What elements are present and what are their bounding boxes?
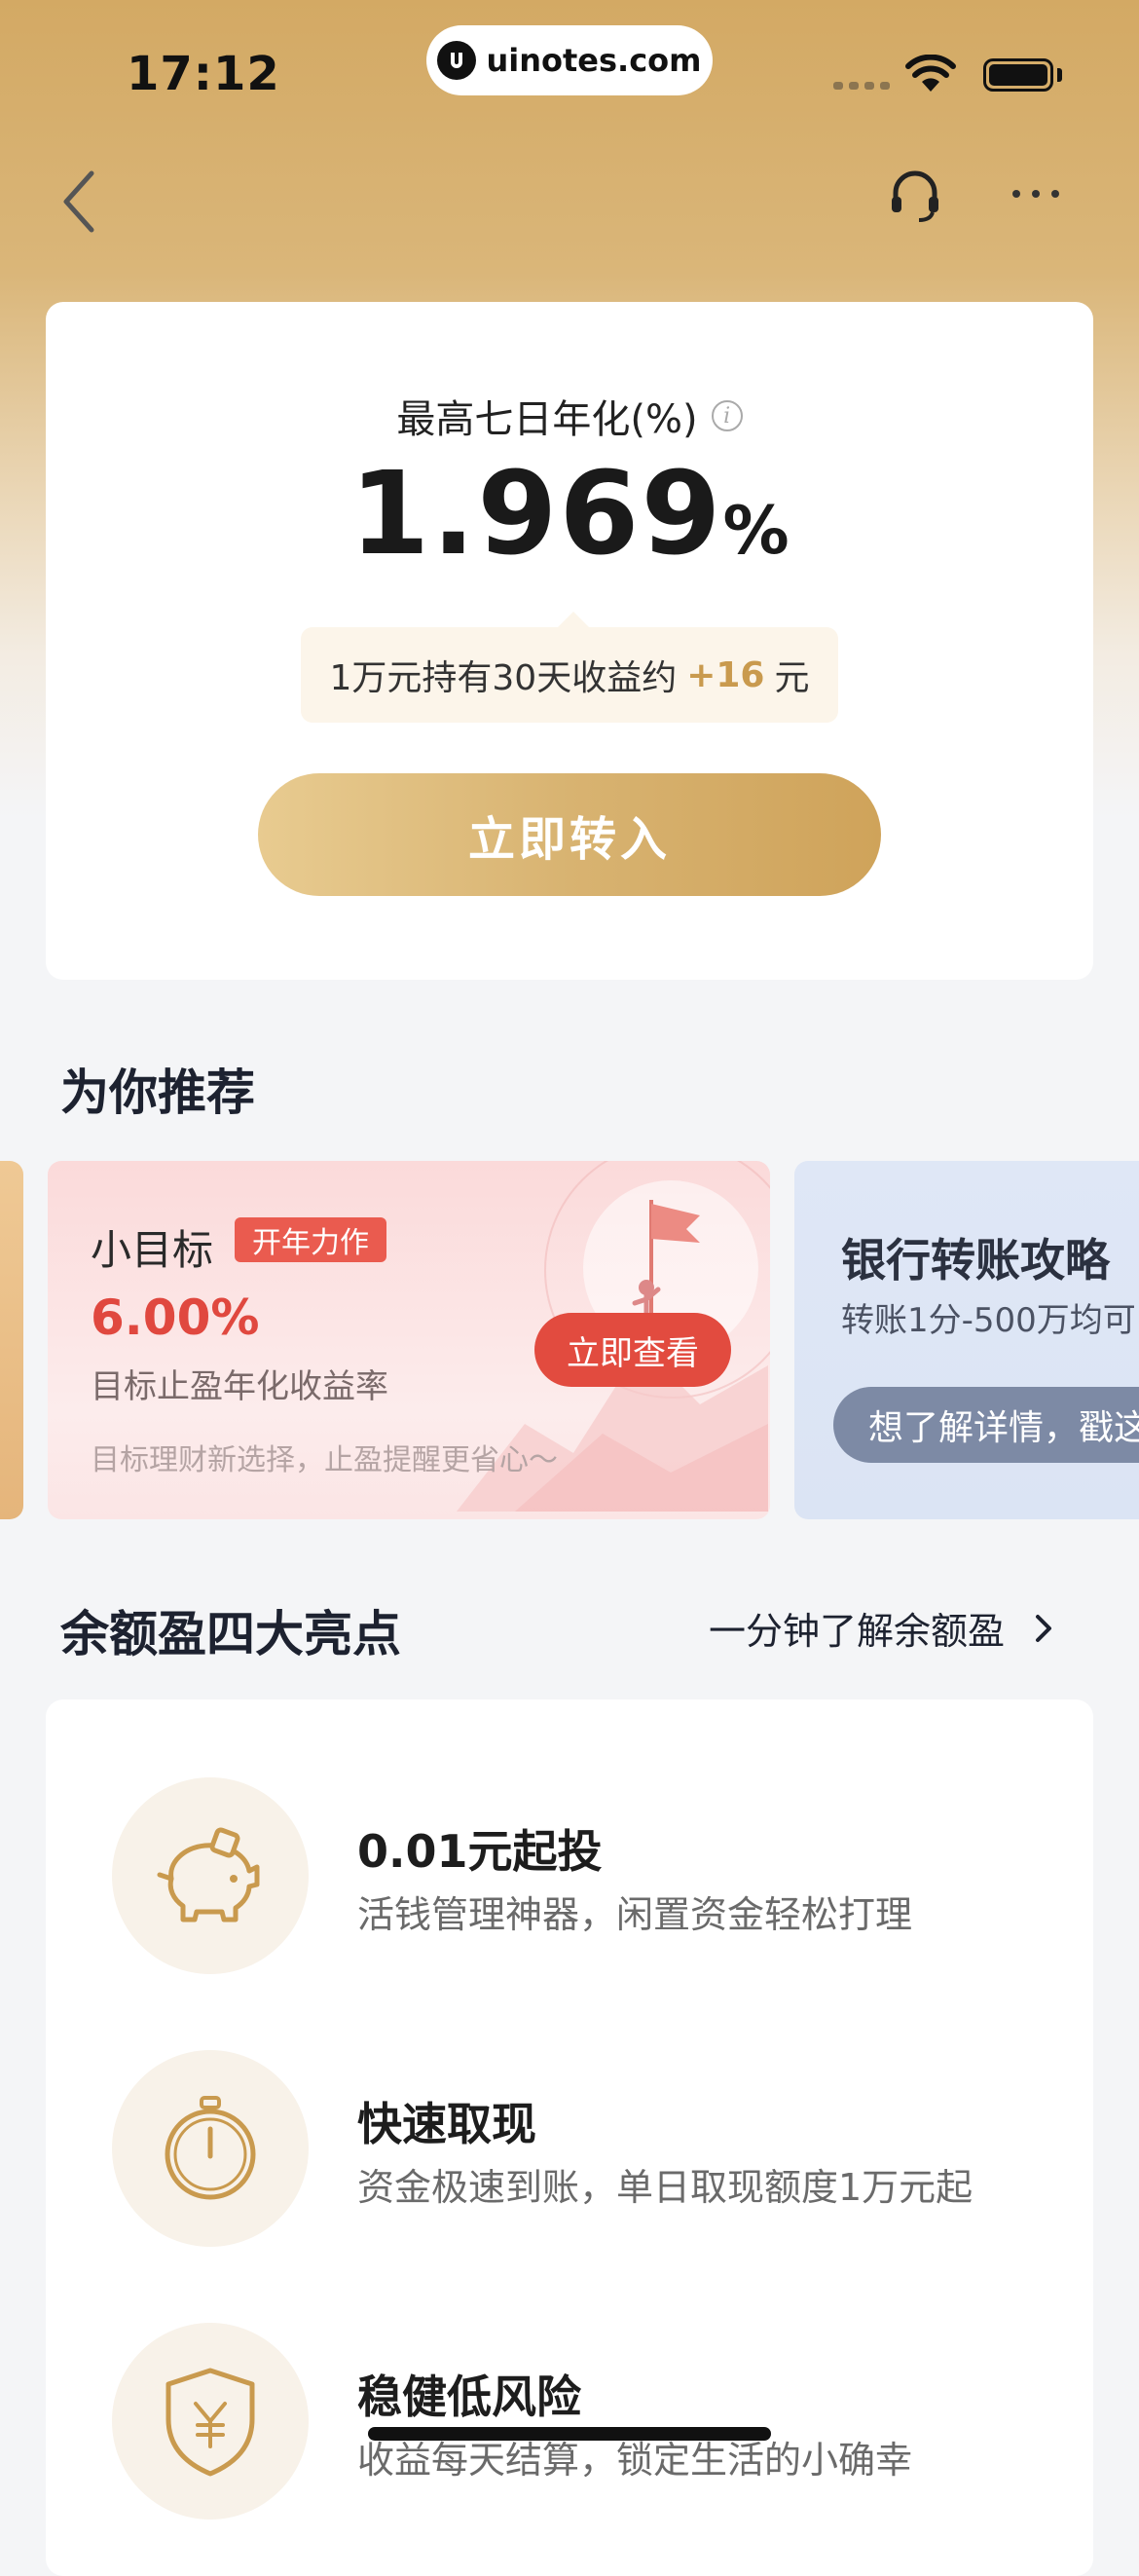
highlights-title: 余额盈四大亮点 xyxy=(60,1606,401,1662)
battery-tip xyxy=(1057,68,1062,82)
shield-yuan-icon xyxy=(112,2323,309,2520)
target-card-tag: 开年力作 xyxy=(235,1217,386,1262)
rate-value-row: 1.969 % xyxy=(46,446,1093,580)
url-text: uinotes.com xyxy=(486,42,702,79)
view-now-button[interactable]: 立即查看 xyxy=(534,1313,731,1387)
rate-label-row: 最高七日年化(%) i xyxy=(46,388,1093,444)
highlights-card: 0.01元起投 活钱管理神器，闲置资金轻松打理 快速取现 资金极速到账，单日取现… xyxy=(46,1699,1093,2576)
more-icon[interactable] xyxy=(1012,179,1071,208)
status-time: 17:12 xyxy=(127,47,280,101)
transfer-card-title: 银行转账攻略 xyxy=(841,1234,1110,1287)
feature-desc: 活钱管理神器，闲置资金轻松打理 xyxy=(357,1893,913,1936)
recommend-card-transfer-guide[interactable]: 银行转账攻略 转账1分-500万均可 想了解详情，戳这 xyxy=(794,1161,1139,1519)
url-pill: uinotes.com xyxy=(426,25,713,95)
info-icon[interactable]: i xyxy=(711,400,743,431)
target-card-rate-label: 目标止盈年化收益率 xyxy=(91,1367,388,1406)
transfer-card-subtitle: 转账1分-500万均可 xyxy=(841,1301,1136,1340)
tip-prefix: 1万元持有30天收益约 xyxy=(329,658,678,698)
home-indicator[interactable] xyxy=(368,2427,771,2441)
recommend-title: 为你推荐 xyxy=(60,1064,255,1121)
chevron-right-icon xyxy=(1036,1614,1052,1642)
recommend-card-previous[interactable] xyxy=(0,1161,23,1519)
rate-label: 最高七日年化(%) xyxy=(396,397,698,442)
piggy-bank-icon xyxy=(112,1777,309,1974)
headset-icon[interactable] xyxy=(884,166,946,228)
feature-title: 稳健低风险 xyxy=(357,2371,581,2423)
transfer-in-button[interactable]: 立即转入 xyxy=(258,773,881,896)
feature-title: 快速取现 xyxy=(357,2098,536,2150)
target-card-title: 小目标 xyxy=(91,1226,214,1274)
rate-value: 1.969 xyxy=(349,446,723,580)
cellular-signal-icon xyxy=(833,82,890,90)
target-card-desc: 目标理财新选择，止盈提醒更省心～ xyxy=(91,1443,558,1477)
transfer-card-detail-button[interactable]: 想了解详情，戳这 xyxy=(833,1387,1139,1463)
earnings-tip: 1万元持有30天收益约 +16 元 xyxy=(301,612,838,723)
feature-item: 快速取现 资金极速到账，单日取现额度1万元起 xyxy=(112,2050,988,2247)
rate-card: 最高七日年化(%) i 1.969 % 1万元持有30天收益约 +16 元 立即… xyxy=(46,302,1093,980)
back-icon[interactable] xyxy=(56,166,105,234)
rate-unit: % xyxy=(722,493,790,570)
feature-item: 稳健低风险 收益每天结算，锁定生活的小确幸 xyxy=(112,2323,988,2520)
wifi-icon xyxy=(905,55,956,92)
tip-gain: +16 xyxy=(686,654,765,695)
feature-item: 0.01元起投 活钱管理神器，闲置资金轻松打理 xyxy=(112,1777,988,1974)
feature-desc: 资金极速到账，单日取现额度1万元起 xyxy=(357,2166,974,2209)
learn-more-link[interactable]: 一分钟了解余额盈 xyxy=(709,1601,1053,1655)
battery-icon xyxy=(983,58,1053,92)
status-bar: 17:12 uinotes.com xyxy=(0,0,1139,146)
feature-title: 0.01元起投 xyxy=(357,1825,603,1878)
nav-bar xyxy=(0,156,1139,234)
stopwatch-icon xyxy=(112,2050,309,2247)
learn-more-label: 一分钟了解余额盈 xyxy=(709,1610,1006,1653)
tip-suffix: 元 xyxy=(774,658,810,698)
recommend-card-target[interactable]: 小目标 开年力作 6.00% 目标止盈年化收益率 目标理财新选择，止盈提醒更省心… xyxy=(48,1161,770,1519)
site-logo-icon xyxy=(437,41,477,80)
target-card-rate: 6.00% xyxy=(91,1289,260,1346)
